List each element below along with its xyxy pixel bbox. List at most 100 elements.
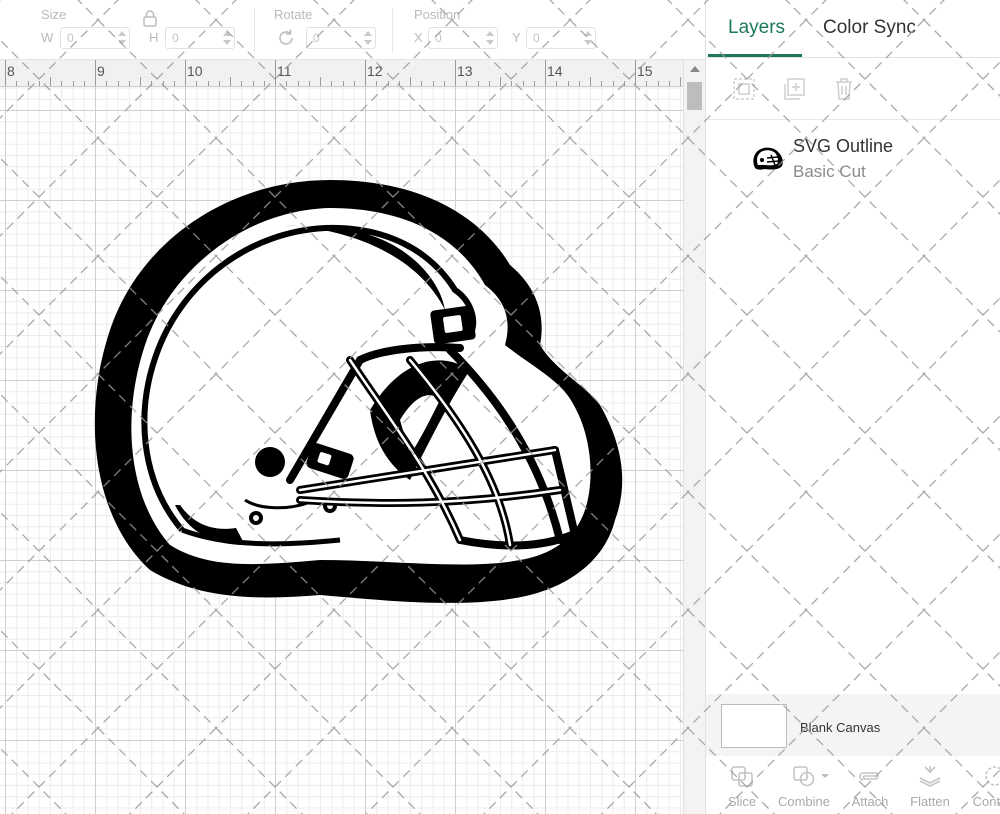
height-stepper-icon[interactable] bbox=[223, 30, 231, 46]
ruler-tick bbox=[680, 77, 681, 86]
ruler-tick bbox=[365, 60, 366, 86]
ruler-tick bbox=[162, 81, 164, 86]
height-value: 0 bbox=[172, 31, 179, 45]
ruler-tick bbox=[308, 81, 310, 86]
rotate-icon[interactable] bbox=[275, 27, 297, 49]
width-prefix: W bbox=[41, 30, 54, 45]
ruler-tick bbox=[398, 81, 400, 86]
ruler-tick bbox=[196, 81, 198, 86]
ruler-tick bbox=[72, 81, 74, 86]
rotate-stepper-icon[interactable] bbox=[364, 30, 372, 46]
layer-actions-row bbox=[706, 60, 1000, 120]
blank-canvas-row[interactable]: Blank Canvas bbox=[706, 694, 1000, 756]
vertical-scrollbar[interactable] bbox=[683, 60, 705, 814]
ruler-tick bbox=[533, 81, 535, 86]
width-stepper-icon[interactable] bbox=[118, 30, 126, 46]
ruler-tick bbox=[117, 81, 119, 86]
combine-label: Combine bbox=[777, 794, 831, 809]
ruler-number: 13 bbox=[457, 63, 473, 79]
tab-color-sync[interactable]: Color Sync bbox=[823, 17, 916, 39]
ruler-tick bbox=[646, 81, 648, 86]
ruler-tick bbox=[522, 81, 524, 86]
ruler-tick bbox=[106, 81, 108, 86]
ruler-tick bbox=[218, 81, 220, 86]
size-group: Size W 0 H 0 bbox=[0, 0, 250, 60]
ruler-tick bbox=[342, 81, 344, 86]
horizontal-ruler: 8 9 10 11 12 13 14 15 bbox=[0, 60, 683, 87]
ruler-tick bbox=[623, 81, 625, 86]
ruler-tick bbox=[241, 81, 243, 86]
combine-icon bbox=[793, 766, 815, 787]
attach-icon bbox=[859, 772, 879, 781]
helmet-icon bbox=[753, 147, 783, 170]
ruler-number: 10 bbox=[187, 63, 203, 79]
ruler-tick bbox=[421, 81, 423, 86]
design-canvas[interactable] bbox=[0, 87, 683, 814]
flatten-label: Flatten bbox=[910, 794, 950, 809]
x-position-value: 0 bbox=[435, 31, 442, 45]
layer-name: SVG Outline bbox=[793, 136, 894, 156]
ruler-tick bbox=[185, 60, 186, 86]
ruler-tick bbox=[297, 81, 299, 86]
layer-operation[interactable]: Basic Cut bbox=[793, 162, 866, 182]
ruler-tick bbox=[500, 77, 501, 86]
ruler-tick bbox=[387, 81, 389, 86]
y-position-value: 0 bbox=[533, 31, 540, 45]
ruler-tick bbox=[590, 77, 591, 86]
y-stepper-icon[interactable] bbox=[584, 30, 592, 46]
x-prefix: X bbox=[414, 30, 423, 45]
scroll-up-icon[interactable] bbox=[690, 66, 700, 72]
ruler-tick bbox=[511, 81, 513, 86]
position-label: Position bbox=[414, 7, 461, 22]
ruler-tick bbox=[173, 81, 175, 86]
ruler-tick bbox=[353, 81, 355, 86]
ruler-tick bbox=[252, 81, 254, 86]
height-field[interactable]: 0 bbox=[165, 27, 235, 49]
ruler-tick bbox=[668, 81, 670, 86]
x-stepper-icon[interactable] bbox=[486, 30, 494, 46]
ruler-tick bbox=[50, 77, 51, 86]
scrollbar-thumb[interactable] bbox=[687, 82, 702, 110]
ruler-tick bbox=[230, 77, 231, 86]
ruler-number: 11 bbox=[277, 63, 292, 79]
flatten-icon bbox=[919, 766, 941, 787]
ruler-tick bbox=[466, 81, 468, 86]
ruler-tick bbox=[545, 60, 546, 86]
ruler-tick bbox=[140, 77, 141, 86]
ruler-tick bbox=[83, 81, 85, 86]
blank-canvas-swatch[interactable] bbox=[721, 704, 787, 748]
attach-button[interactable]: Attach bbox=[840, 764, 900, 812]
x-position-field[interactable]: 0 bbox=[428, 27, 498, 49]
delete-icon[interactable] bbox=[831, 76, 857, 102]
bottom-actions: Slice Combine Attach Flatten Cont bbox=[706, 756, 1000, 814]
rotate-label: Rotate bbox=[274, 7, 313, 22]
ruler-tick bbox=[657, 81, 659, 86]
slice-button[interactable]: Slice bbox=[712, 764, 772, 812]
helmet-outline-shape bbox=[94, 180, 623, 603]
blank-canvas-label: Blank Canvas bbox=[800, 720, 881, 735]
rotate-field[interactable]: 0 bbox=[306, 27, 376, 49]
group-icon[interactable] bbox=[731, 76, 757, 102]
chevron-down-icon[interactable] bbox=[820, 772, 830, 780]
slice-icon bbox=[731, 766, 753, 787]
helmet-artwork[interactable] bbox=[0, 87, 683, 814]
ruler-tick bbox=[5, 60, 6, 86]
ruler-tick bbox=[376, 81, 378, 86]
duplicate-icon[interactable] bbox=[781, 76, 807, 102]
y-position-field[interactable]: 0 bbox=[526, 27, 596, 49]
ruler-tick bbox=[612, 81, 614, 86]
ruler-tick bbox=[601, 81, 603, 86]
ruler-tick bbox=[432, 81, 434, 86]
ruler-tick bbox=[128, 81, 130, 86]
width-field[interactable]: 0 bbox=[60, 27, 130, 49]
contour-icon bbox=[985, 766, 1000, 786]
lock-icon[interactable] bbox=[141, 9, 159, 27]
contour-label: Conto bbox=[972, 794, 1000, 809]
flatten-button[interactable]: Flatten bbox=[900, 764, 960, 812]
ruler-number: 14 bbox=[547, 63, 563, 79]
contour-button[interactable]: Conto bbox=[960, 764, 1000, 812]
ruler-tick bbox=[263, 81, 265, 86]
tab-layers[interactable]: Layers bbox=[728, 17, 785, 39]
combine-button[interactable]: Combine bbox=[774, 764, 834, 812]
layer-row[interactable]: SVG Outline Basic Cut bbox=[706, 122, 1000, 192]
